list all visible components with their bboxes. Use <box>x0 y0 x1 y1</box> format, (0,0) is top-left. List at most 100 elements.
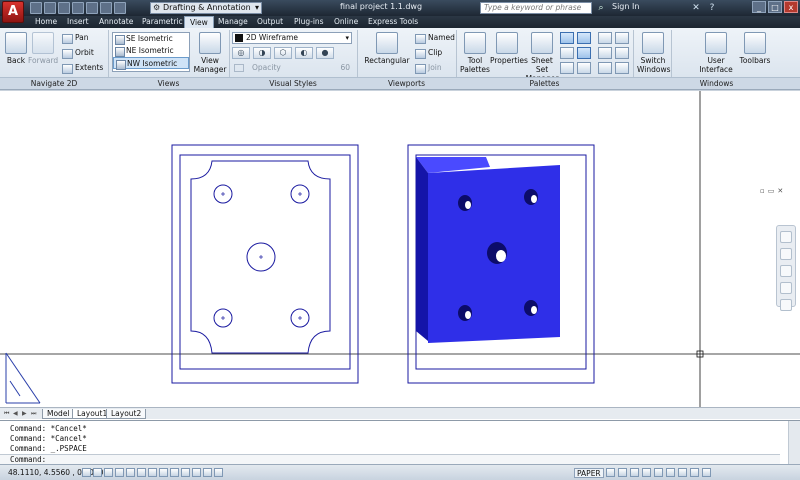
clip-viewport-button[interactable]: Clip <box>415 48 442 59</box>
search-icon[interactable]: ⌕ <box>595 2 607 14</box>
view-nw-isometric[interactable]: NW Isometric <box>113 57 189 70</box>
search-input[interactable]: Type a keyword or phrase <box>480 2 592 14</box>
visual-style-dropdown[interactable]: 2D Wireframe <box>232 32 352 44</box>
panel-title-viewports[interactable]: Viewports <box>357 78 456 90</box>
object-snap-icon[interactable] <box>126 468 135 477</box>
sheet-set-manager-button[interactable]: Sheet Set Manager <box>524 32 560 83</box>
tab-annotate[interactable]: Annotate <box>94 16 138 28</box>
prev-layout-icon[interactable]: ◀ <box>13 409 20 418</box>
panel-title-views[interactable]: Views <box>108 78 229 90</box>
tab-express-tools[interactable]: Express Tools <box>363 16 423 28</box>
layer-properties-toggle-icon[interactable] <box>577 32 591 44</box>
user-interface-button[interactable]: User Interface <box>699 32 733 74</box>
exchange-icon[interactable]: ✕ <box>690 2 702 14</box>
redo-icon[interactable] <box>114 2 126 14</box>
maximize-viewport-icon[interactable] <box>606 468 615 477</box>
tab-insert[interactable]: Insert <box>62 16 94 28</box>
annotation-visibility-icon[interactable] <box>630 468 639 477</box>
toolbars-button[interactable]: Toolbars <box>738 32 772 65</box>
3d-object-snap-icon[interactable] <box>137 468 146 477</box>
tool-palettes-button[interactable]: Tool Palettes <box>460 32 490 74</box>
selection-cycling-icon[interactable] <box>214 468 223 477</box>
lights-toggle-icon[interactable] <box>615 47 629 59</box>
object-snap-tracking-icon[interactable] <box>148 468 157 477</box>
undo-icon[interactable] <box>100 2 112 14</box>
dynamic-input-icon[interactable] <box>170 468 179 477</box>
panel-title-palettes[interactable]: Palettes <box>456 78 633 90</box>
named-viewports-button[interactable]: Named <box>415 33 455 44</box>
panel-title-windows[interactable]: Windows <box>633 78 800 90</box>
tab-view[interactable]: View <box>184 16 214 28</box>
pan-button[interactable]: Pan <box>62 33 89 44</box>
clean-screen-icon[interactable] <box>702 468 711 477</box>
print-icon[interactable] <box>86 2 98 14</box>
external-references-toggle-icon[interactable] <box>577 62 591 74</box>
tab-home[interactable]: Home <box>30 16 62 28</box>
rectangular-viewport-button[interactable]: Rectangular <box>364 32 410 65</box>
orbit-button[interactable]: Orbit <box>62 48 94 59</box>
quickcalc-toggle-icon[interactable] <box>560 62 574 74</box>
edges-icon[interactable]: ⬡ <box>274 47 292 59</box>
back-button[interactable]: Back <box>4 32 28 65</box>
pan-tool-icon[interactable] <box>780 248 792 260</box>
allow-ucs-icon[interactable] <box>159 468 168 477</box>
view-se-isometric[interactable]: SE Isometric <box>113 33 189 45</box>
drawing-area[interactable]: ▫ ▭ ✕ <box>0 90 800 408</box>
view-manager-button[interactable]: View Manager <box>193 32 227 74</box>
forward-button[interactable]: Forward <box>28 32 58 65</box>
restore-drawing-icon[interactable]: ▭ <box>768 187 775 195</box>
switch-windows-button[interactable]: Switch Windows <box>637 32 670 74</box>
tab-parametric[interactable]: Parametric <box>137 16 188 28</box>
new-file-icon[interactable] <box>30 2 42 14</box>
close-button[interactable]: x <box>784 1 798 13</box>
maximize-button[interactable]: □ <box>768 1 782 13</box>
material-icon[interactable]: ● <box>316 47 334 59</box>
model-paper-toggle[interactable]: PAPER <box>574 468 604 478</box>
transparency-icon[interactable] <box>192 468 201 477</box>
grid-display-icon[interactable]: ◎ <box>232 47 250 59</box>
first-layout-icon[interactable]: ⏮ <box>4 409 11 418</box>
showmotion-icon[interactable] <box>780 299 792 311</box>
layout-tab-model[interactable]: Model <box>42 409 75 419</box>
next-layout-icon[interactable]: ▶ <box>22 409 29 418</box>
quick-properties-icon[interactable] <box>203 468 212 477</box>
dbconnect-toggle-icon[interactable] <box>598 32 612 44</box>
tab-plug-ins[interactable]: Plug-ins <box>289 16 329 28</box>
snap-mode-icon[interactable] <box>82 468 91 477</box>
zoom-tool-icon[interactable] <box>780 265 792 277</box>
ortho-mode-icon[interactable] <box>104 468 113 477</box>
minimize-drawing-icon[interactable]: ▫ <box>760 187 765 195</box>
extents-button[interactable]: Extents <box>62 63 103 74</box>
advanced-render-toggle-icon[interactable] <box>615 32 629 44</box>
hardware-acceleration-icon[interactable] <box>678 468 687 477</box>
markup-set-toggle-icon[interactable] <box>577 47 591 59</box>
lineweight-icon[interactable] <box>181 468 190 477</box>
orbit-tool-icon[interactable] <box>780 282 792 294</box>
info-toggle-icon[interactable] <box>615 62 629 74</box>
panel-title-navigate[interactable]: Navigate 2D <box>0 78 108 90</box>
minimize-button[interactable]: _ <box>752 1 766 13</box>
tab-online[interactable]: Online <box>329 16 363 28</box>
viewport-plan-view[interactable] <box>171 144 359 384</box>
open-file-icon[interactable] <box>44 2 56 14</box>
tab-manage[interactable]: Manage <box>213 16 253 28</box>
application-menu-button[interactable]: A <box>2 1 24 23</box>
layout-tab-layout2[interactable]: Layout2 <box>106 409 147 419</box>
drawing-canvas[interactable] <box>0 91 800 408</box>
workspace-switch-icon[interactable] <box>654 468 663 477</box>
tab-output[interactable]: Output <box>252 16 288 28</box>
save-as-icon[interactable] <box>72 2 84 14</box>
help-icon[interactable]: ? <box>706 2 718 14</box>
visual-styles-toggle-icon[interactable] <box>598 62 612 74</box>
design-center-toggle-icon[interactable] <box>560 47 574 59</box>
panel-title-visual-styles[interactable]: Visual Styles <box>229 78 357 90</box>
command-scrollbar[interactable] <box>788 421 800 465</box>
close-drawing-icon[interactable]: ✕ <box>777 187 783 195</box>
join-viewports-button[interactable]: Join <box>415 63 442 74</box>
auto-scale-icon[interactable] <box>642 468 651 477</box>
viewport-scale-icon[interactable] <box>618 468 627 477</box>
lighting-icon[interactable]: ◐ <box>295 47 313 59</box>
polar-tracking-icon[interactable] <box>115 468 124 477</box>
sign-in-button[interactable]: Sign In <box>612 2 639 11</box>
grid-display-toggle-icon[interactable] <box>93 468 102 477</box>
